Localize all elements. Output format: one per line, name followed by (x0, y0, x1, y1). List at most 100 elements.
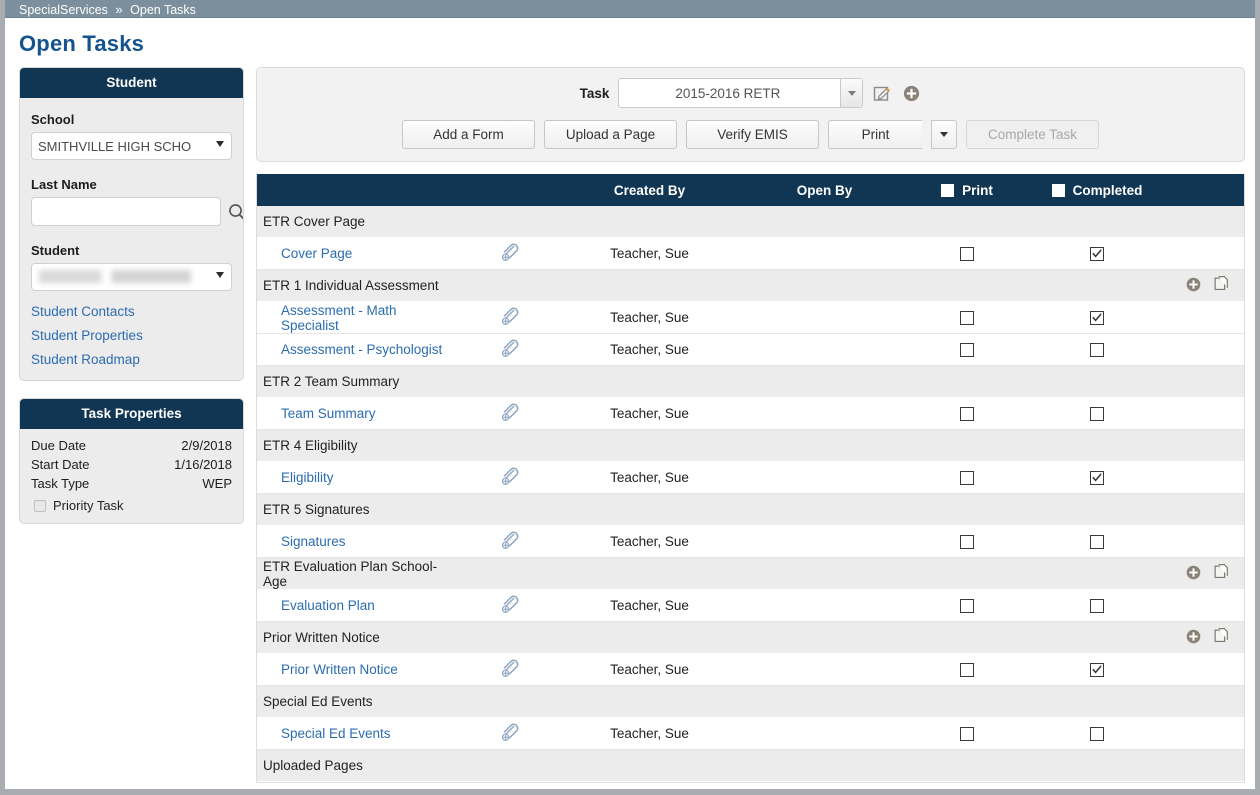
table-row: Prior Written Notice Teacher, Sue (257, 654, 1244, 686)
checkbox-unchecked[interactable] (960, 662, 974, 677)
add-form-icon[interactable] (1185, 564, 1202, 584)
grid-header-completed: Completed (1022, 183, 1172, 198)
created-by-cell: Teacher, Sue (610, 598, 689, 613)
task-select-arrow[interactable] (840, 79, 863, 107)
print-cell (912, 726, 1022, 741)
checkbox-unchecked[interactable] (960, 726, 974, 741)
copy-form-icon[interactable] (1212, 627, 1230, 648)
breadcrumb-root[interactable]: SpecialServices (19, 3, 108, 17)
school-select[interactable]: SMITHVILLE HIGH SCHO (31, 132, 232, 160)
grid-group-actions (1172, 275, 1244, 296)
due-date-row: Due Date 2/9/2018 (31, 436, 232, 455)
copy-form-icon[interactable] (1212, 563, 1230, 584)
print-cell (912, 342, 1022, 357)
grid-header-created-by: Created By (613, 182, 686, 198)
task-properties-panel: Task Properties Due Date 2/9/2018 Start … (19, 398, 244, 524)
select-all-print-checkbox[interactable] (941, 183, 955, 197)
checkbox-unchecked[interactable] (960, 310, 974, 325)
checkbox-unchecked[interactable] (1090, 598, 1104, 613)
created-by-cell: Teacher, Sue (610, 406, 689, 421)
student-select-wrap[interactable] (31, 263, 232, 291)
table-row: Special Ed Events Teacher, Sue (257, 718, 1244, 750)
checkbox-unchecked[interactable] (1090, 406, 1104, 421)
breadcrumb-current[interactable]: Open Tasks (130, 3, 196, 17)
paperclip-add-icon[interactable] (500, 466, 520, 489)
paperclip-add-icon[interactable] (500, 594, 520, 617)
created-by-cell: Teacher, Sue (610, 310, 689, 325)
task-label: Task (579, 85, 610, 101)
add-form-icon[interactable] (1185, 628, 1202, 648)
form-link[interactable]: Evaluation Plan (281, 598, 375, 613)
task-type-label: Task Type (31, 476, 90, 491)
grid-group-name: ETR 5 Signatures (263, 502, 370, 517)
school-select-wrap[interactable]: SMITHVILLE HIGH SCHO (31, 132, 232, 160)
due-date-value: 2/9/2018 (181, 438, 232, 453)
form-link[interactable]: Special Ed Events (281, 726, 391, 741)
paperclip-add-icon[interactable] (500, 402, 520, 425)
checkbox-unchecked[interactable] (960, 470, 974, 485)
grid-header-open-by: Open By (796, 182, 853, 198)
student-select[interactable] (31, 263, 232, 291)
checkbox-unchecked[interactable] (960, 342, 974, 357)
grid-item-name: Team Summary (257, 406, 457, 421)
attachment-cell (457, 402, 562, 425)
attachment-cell (457, 466, 562, 489)
form-link[interactable]: Eligibility (281, 470, 334, 485)
grid-item-name: Special Ed Events (257, 726, 457, 741)
edit-pencil-icon[interactable] (872, 83, 892, 103)
search-icon[interactable] (227, 202, 243, 222)
grid-item-name: Assessment - Math Specialist (257, 303, 457, 333)
verify-emis-button[interactable]: Verify EMIS (686, 120, 819, 149)
priority-task-label: Priority Task (53, 498, 124, 513)
grid-group-name: ETR Evaluation Plan School-Age (263, 558, 438, 589)
add-a-form-button[interactable]: Add a Form (402, 120, 535, 149)
table-row: Signatures Teacher, Sue (257, 526, 1244, 558)
paperclip-add-icon[interactable] (500, 530, 520, 553)
form-link[interactable]: Team Summary (281, 406, 376, 421)
complete-task-button[interactable]: Complete Task (966, 120, 1099, 149)
print-dropdown-button[interactable] (931, 120, 957, 149)
checkbox-unchecked[interactable] (1090, 726, 1104, 741)
form-link[interactable]: Prior Written Notice (281, 662, 398, 677)
table-row: Cover Page Teacher, Sue (257, 238, 1244, 270)
upload-a-page-button[interactable]: Upload a Page (544, 120, 677, 149)
checkbox-unchecked[interactable] (960, 534, 974, 549)
student-roadmap-link[interactable]: Student Roadmap (31, 352, 232, 367)
form-link[interactable]: Signatures (281, 534, 346, 549)
add-form-icon[interactable] (1185, 276, 1202, 296)
form-link[interactable]: Assessment - Math Specialist (281, 303, 397, 333)
grid-group-actions (1172, 563, 1244, 584)
grid-group-name: ETR 4 Eligibility (263, 438, 358, 453)
last-name-search-row (31, 197, 243, 226)
checkbox-checked[interactable] (1090, 470, 1104, 485)
paperclip-add-icon[interactable] (500, 306, 520, 329)
checkbox-unchecked[interactable] (1090, 534, 1104, 549)
last-name-input[interactable] (31, 197, 221, 226)
paperclip-add-icon[interactable] (500, 338, 520, 361)
checkbox-unchecked[interactable] (960, 598, 974, 613)
grid-group-row: ETR 1 Individual Assessment (257, 270, 1244, 302)
print-cell (912, 406, 1022, 421)
completed-cell (1022, 310, 1172, 325)
print-button[interactable]: Print (828, 120, 922, 149)
select-all-completed-checkbox[interactable] (1051, 183, 1065, 197)
copy-form-icon[interactable] (1212, 275, 1230, 296)
grid-group-name: Special Ed Events (263, 694, 373, 709)
checkbox-checked[interactable] (1090, 310, 1104, 325)
student-properties-link[interactable]: Student Properties (31, 328, 232, 343)
checkbox-unchecked[interactable] (960, 246, 974, 261)
paperclip-add-icon[interactable] (500, 722, 520, 745)
student-contacts-link[interactable]: Student Contacts (31, 304, 232, 319)
form-link[interactable]: Assessment - Psychologist (281, 342, 442, 357)
checkbox-unchecked[interactable] (1090, 342, 1104, 357)
completed-cell (1022, 342, 1172, 357)
add-circle-icon[interactable] (901, 83, 921, 103)
created-by-cell: Teacher, Sue (610, 246, 689, 261)
checkbox-checked[interactable] (1090, 662, 1104, 677)
form-link[interactable]: Cover Page (281, 246, 352, 261)
checkbox-unchecked[interactable] (960, 406, 974, 421)
paperclip-add-icon[interactable] (500, 242, 520, 265)
checkbox-checked[interactable] (1090, 246, 1104, 261)
paperclip-add-icon[interactable] (500, 658, 520, 681)
task-select[interactable]: 2015-2016 RETR (618, 78, 864, 108)
